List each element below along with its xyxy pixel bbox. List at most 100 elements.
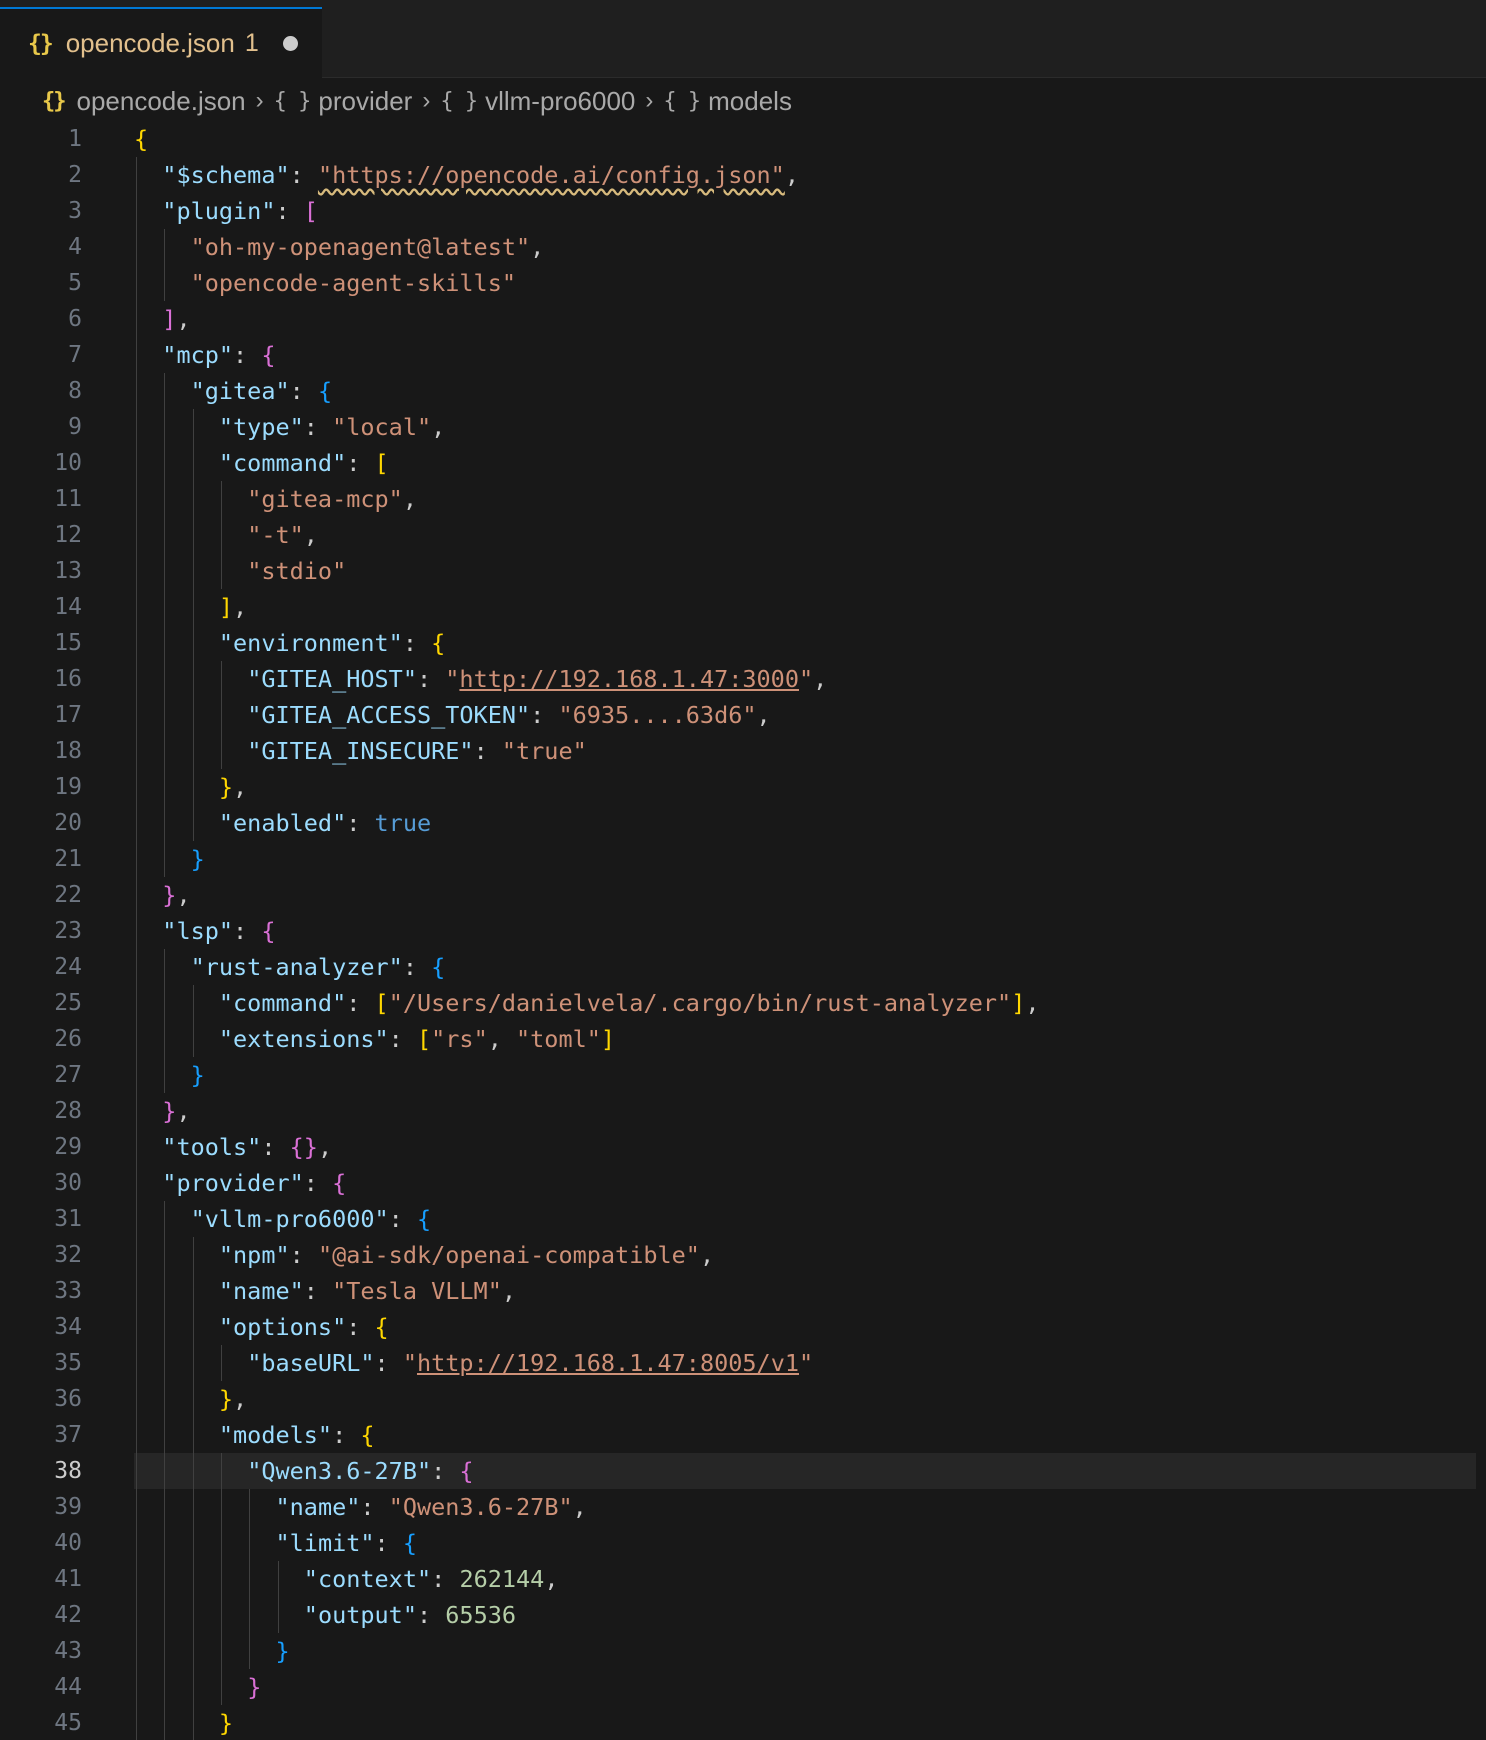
indent-guide <box>164 445 166 481</box>
indent-guide <box>136 1561 137 1597</box>
code-line[interactable]: 40 "limit": { <box>0 1525 1486 1561</box>
code-token: , <box>813 665 828 693</box>
indent-guide <box>136 769 137 805</box>
breadcrumb-item[interactable]: { } provider <box>274 86 413 117</box>
code-line[interactable]: 1{ <box>0 121 1486 157</box>
code-line[interactable]: 20 "enabled": true <box>0 805 1486 841</box>
indent-guide <box>164 625 166 661</box>
code-text: "lsp": { <box>162 913 275 949</box>
code-line[interactable]: 11 "gitea-mcp", <box>0 481 1486 517</box>
code-token: : <box>388 1205 417 1233</box>
editor-text-area[interactable]: 1{2 "$schema": "https://opencode.ai/confi… <box>0 121 1486 1740</box>
breadcrumb-item[interactable]: {} opencode.json <box>42 86 246 117</box>
code-line[interactable]: 43} <box>0 1633 1486 1669</box>
code-line[interactable]: 37 "models": { <box>0 1417 1486 1453</box>
code-token: : <box>303 413 333 441</box>
code-line[interactable]: 38 "Qwen3.6-27B": { <box>0 1453 1486 1489</box>
code-line[interactable]: 34 "options": { <box>0 1309 1486 1345</box>
code-line[interactable]: 18 "GITEA_INSECURE": "true" <box>0 733 1486 769</box>
indent-guide <box>192 985 194 1021</box>
code-line[interactable]: 10 "command": [ <box>0 445 1486 481</box>
code-text: "gitea": { <box>191 373 333 409</box>
indent-guide <box>136 589 137 625</box>
code-line[interactable]: 24 "rust-analyzer": { <box>0 949 1486 985</box>
breadcrumb-item[interactable]: { } models <box>663 86 792 117</box>
code-line[interactable]: 9 "type": "local", <box>0 409 1486 445</box>
code-line[interactable]: 35 "baseURL": "http://192.168.1.47:8005/v… <box>0 1345 1486 1381</box>
code-line[interactable]: 16 "GITEA_HOST": "http://192.168.1.47:300… <box>0 661 1486 697</box>
line-number: 30 <box>54 1170 82 1196</box>
indent-guide <box>136 949 137 985</box>
indent-guide <box>220 1561 222 1597</box>
code-line[interactable]: 13 "stdio" <box>0 553 1486 589</box>
code-token: , <box>176 1097 191 1125</box>
code-token: { <box>317 377 333 405</box>
code-line[interactable]: 30 "provider": { <box>0 1165 1486 1201</box>
tab-opencode-json[interactable]: {} opencode.json 1 <box>0 7 322 78</box>
indent-guide <box>220 697 222 733</box>
code-line[interactable]: 25 "command": ["/Users/danielvela/.cargo/… <box>0 985 1486 1021</box>
indent-guide <box>220 553 222 589</box>
indent-guide <box>164 1057 166 1093</box>
indent-guide <box>136 481 137 517</box>
code-line[interactable]: 41 "context": 262144, <box>0 1561 1486 1597</box>
code-line[interactable]: 26 "extensions": ["rs", "toml"] <box>0 1021 1486 1057</box>
code-token: : <box>233 917 262 945</box>
code-line[interactable]: 4 "oh-my-openagent@latest", <box>0 229 1486 265</box>
line-number: 43 <box>54 1638 82 1664</box>
code-text: } <box>191 841 205 877</box>
indent-guide <box>136 1237 137 1273</box>
line-number: 3 <box>68 198 82 224</box>
code-token: "plugin" <box>162 197 276 225</box>
code-line[interactable]: 15 "environment": { <box>0 625 1486 661</box>
code-token: "https://opencode.ai/config.json" <box>317 161 785 189</box>
code-line[interactable]: 6], <box>0 301 1486 337</box>
code-token: , <box>303 521 318 549</box>
code-line[interactable]: 39 "name": "Qwen3.6-27B", <box>0 1489 1486 1525</box>
code-line[interactable]: 7 "mcp": { <box>0 337 1486 373</box>
code-text: } <box>191 1057 205 1093</box>
code-token: "baseURL" <box>247 1349 375 1377</box>
code-line[interactable]: 8 "gitea": { <box>0 373 1486 409</box>
code-line[interactable]: 5 "opencode-agent-skills" <box>0 265 1486 301</box>
code-line[interactable]: 36}, <box>0 1381 1486 1417</box>
indent-guide <box>136 661 137 697</box>
code-line[interactable]: 12 "-t", <box>0 517 1486 553</box>
code-line[interactable]: 19}, <box>0 769 1486 805</box>
code-line[interactable]: 28}, <box>0 1093 1486 1129</box>
code-line[interactable]: 14], <box>0 589 1486 625</box>
line-number: 14 <box>54 594 82 620</box>
code-line[interactable]: 32 "npm": "@ai-sdk/openai-compatible", <box>0 1237 1486 1273</box>
code-line[interactable]: 44} <box>0 1669 1486 1705</box>
code-token: , <box>233 773 248 801</box>
code-line[interactable]: 21} <box>0 841 1486 877</box>
code-line[interactable]: 33 "name": "Tesla VLLM", <box>0 1273 1486 1309</box>
indent-guide <box>277 1561 279 1597</box>
object-symbol-icon: { } <box>440 88 478 114</box>
code-token: { <box>402 1529 417 1557</box>
code-text: "plugin": [ <box>162 193 318 229</box>
code-token: : <box>303 1277 333 1305</box>
code-line[interactable]: 3 "plugin": [ <box>0 193 1486 229</box>
code-token: } <box>247 1673 262 1701</box>
code-line[interactable]: 2 "$schema": "https://opencode.ai/config.… <box>0 157 1486 193</box>
code-line[interactable]: 31 "vllm-pro6000": { <box>0 1201 1486 1237</box>
line-number: 20 <box>54 810 82 836</box>
code-line[interactable]: 42 "output": 65536 <box>0 1597 1486 1633</box>
code-line[interactable]: 27} <box>0 1057 1486 1093</box>
code-line[interactable]: 22}, <box>0 877 1486 913</box>
code-text: "GITEA_HOST": "http://192.168.1.47:3000"… <box>247 661 827 697</box>
unsaved-dot-icon[interactable] <box>282 36 298 51</box>
indent-guide <box>192 805 194 841</box>
indent-guide <box>136 841 137 877</box>
code-line[interactable]: 29 "tools": {}, <box>0 1129 1486 1165</box>
code-line[interactable]: 17 "GITEA_ACCESS_TOKEN": "6935....63d6", <box>0 697 1486 733</box>
code-token: : <box>416 1601 446 1629</box>
indent-guide <box>164 481 166 517</box>
code-line[interactable]: 23 "lsp": { <box>0 913 1486 949</box>
breadcrumb-item[interactable]: { } vllm-pro6000 <box>440 86 635 117</box>
line-number: 33 <box>54 1278 82 1304</box>
code-token: : <box>303 1169 333 1197</box>
code-token: [ <box>374 989 389 1017</box>
code-line[interactable]: 45} <box>0 1705 1486 1740</box>
